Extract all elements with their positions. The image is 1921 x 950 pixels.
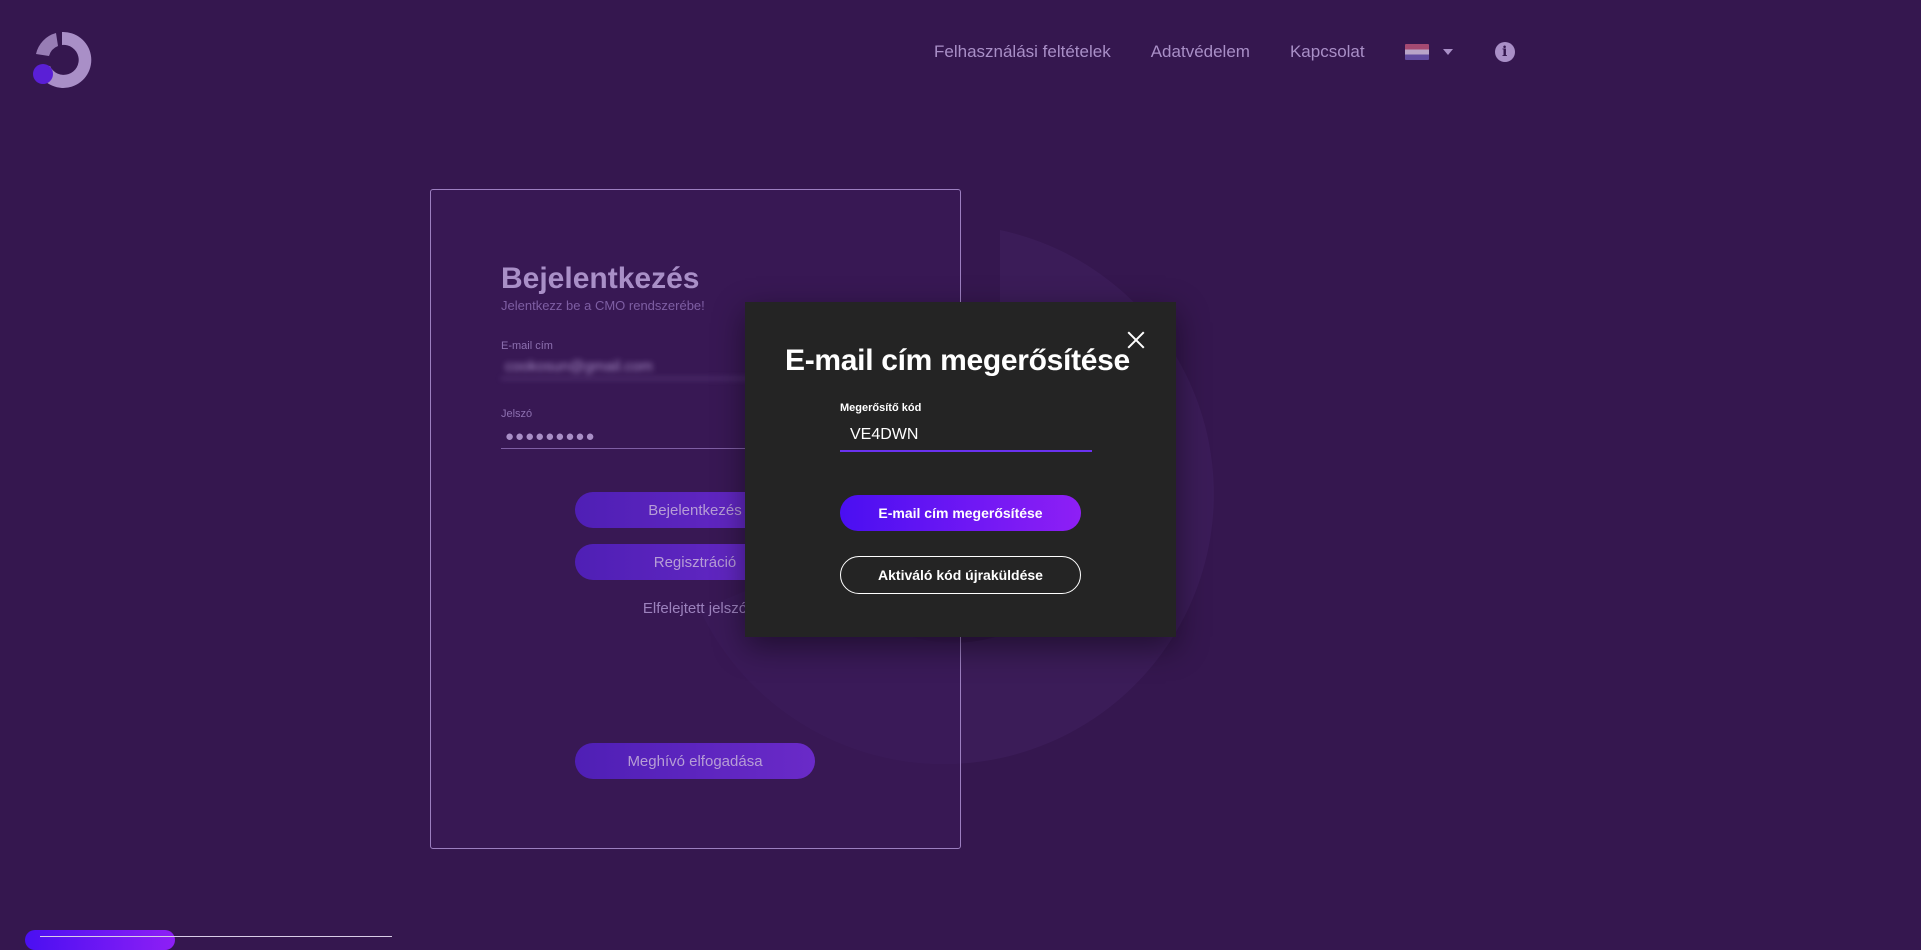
info-icon[interactable]: i xyxy=(1494,42,1515,62)
verification-code-label: Megerősítő kód xyxy=(840,402,922,414)
confirm-email-button[interactable]: E-mail cím megerősítése xyxy=(840,495,1081,531)
email-label: E-mail cím xyxy=(501,340,553,352)
login-subtitle: Jelentkezz be a CMO rendszerébe! xyxy=(501,298,705,313)
bottom-divider xyxy=(40,936,392,937)
login-title: Bejelentkezés xyxy=(501,262,700,295)
accept-invite-button[interactable]: Meghívó elfogadása xyxy=(575,743,815,779)
nav-link-privacy[interactable]: Adatvédelem xyxy=(1151,42,1250,62)
chevron-down-icon[interactable] xyxy=(1442,49,1453,55)
password-label: Jelszó xyxy=(501,408,533,420)
modal-title: E-mail cím megerősítése xyxy=(785,344,1130,377)
verification-code-input[interactable] xyxy=(840,420,1092,452)
bottom-partial-button[interactable] xyxy=(25,930,175,950)
nav-link-contact[interactable]: Kapcsolat xyxy=(1290,42,1365,62)
app-logo[interactable] xyxy=(30,28,94,92)
nav-link-terms[interactable]: Felhasználási feltételek xyxy=(934,42,1111,62)
resend-code-button[interactable]: Aktiváló kód újraküldése xyxy=(840,556,1081,594)
top-navigation: Felhasználási feltételek Adatvédelem Kap… xyxy=(934,40,1515,64)
email-verification-modal: E-mail cím megerősítése Megerősítő kód E… xyxy=(745,302,1176,637)
hungarian-flag-icon[interactable] xyxy=(1404,44,1429,60)
